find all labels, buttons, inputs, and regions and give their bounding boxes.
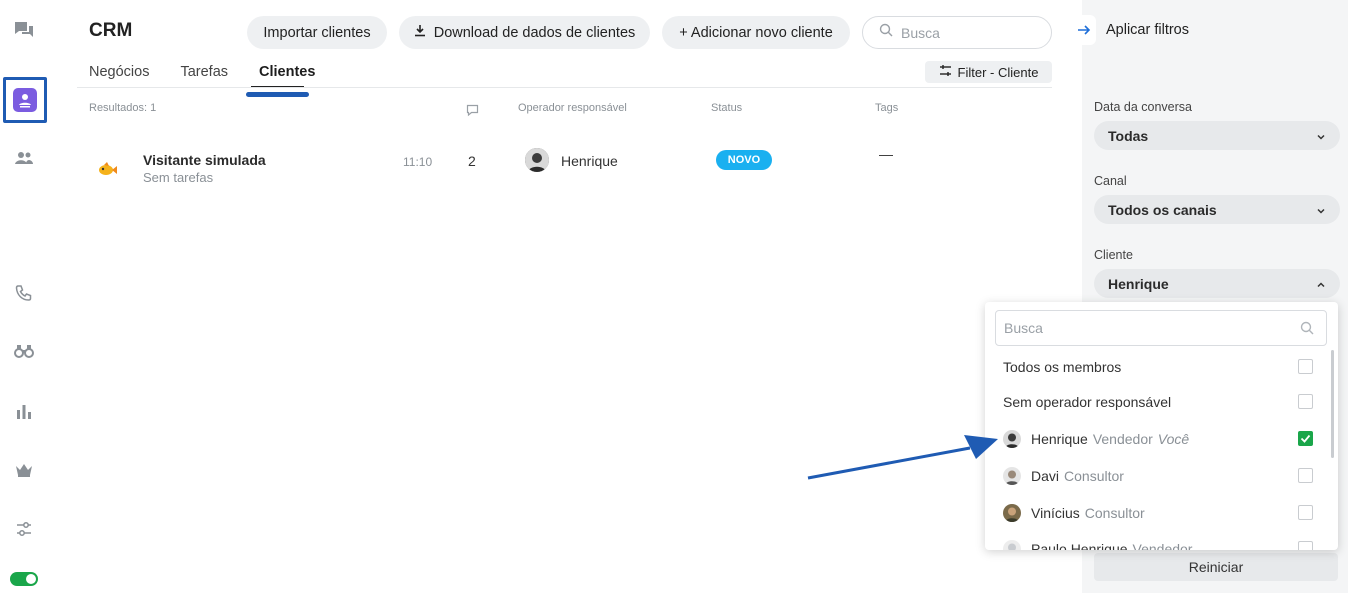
import-clients-button[interactable]: Importar clientes xyxy=(247,16,387,49)
phone-icon[interactable] xyxy=(12,281,36,305)
binoculars-icon[interactable] xyxy=(12,339,36,363)
dropdown-item-role: Vendedor xyxy=(1092,431,1153,447)
add-client-button[interactable]: + Adicionar novo cliente xyxy=(662,16,850,49)
tab-clientes[interactable]: Clientes xyxy=(259,64,315,80)
chat-icon[interactable] xyxy=(12,18,36,42)
page-title: CRM xyxy=(89,20,133,41)
apply-filters-arrow-icon[interactable] xyxy=(1072,15,1096,45)
date-filter-label: Data da conversa xyxy=(1094,100,1192,114)
dropdown-item-you: Você xyxy=(1157,431,1190,447)
dropdown-item-no-operator[interactable]: Sem operador responsável xyxy=(985,386,1325,418)
dropdown-item-label: Paulo Henrique xyxy=(1031,541,1128,550)
customer-message-count: 2 xyxy=(468,153,476,169)
dropdown-item-label: Sem operador responsável xyxy=(1003,394,1172,410)
dropdown-search-input[interactable] xyxy=(1004,320,1294,336)
dropdown-item-label: Davi xyxy=(1031,468,1060,484)
channel-filter-label: Canal xyxy=(1094,174,1127,188)
checkbox[interactable] xyxy=(1298,541,1313,550)
date-filter-select[interactable]: Todas xyxy=(1094,121,1340,150)
customer-avatar-fish-icon xyxy=(95,157,119,181)
dropdown-item-vinicius[interactable]: Vinícius Consultor xyxy=(985,497,1325,529)
chevron-down-icon xyxy=(1316,129,1326,145)
date-filter-value: Todas xyxy=(1108,127,1149,144)
checkbox-checked[interactable] xyxy=(1298,431,1313,446)
apply-filters-label[interactable]: Aplicar filtros xyxy=(1106,22,1189,38)
dropdown-scrollbar[interactable] xyxy=(1331,350,1334,458)
import-clients-label: Importar clientes xyxy=(263,24,371,41)
dropdown-item-label: Todos os membros xyxy=(1003,359,1122,375)
online-toggle[interactable] xyxy=(10,572,38,586)
client-dropdown: Todos os membros Sem operador responsáve… xyxy=(985,302,1338,550)
avatar xyxy=(1003,540,1021,550)
dropdown-item-label: Henrique xyxy=(1031,431,1088,447)
filter-icon xyxy=(939,64,952,80)
avatar xyxy=(1003,504,1021,522)
operator-avatar xyxy=(525,148,549,172)
client-filter-value: Henrique xyxy=(1108,275,1169,292)
checkbox[interactable] xyxy=(1298,468,1313,483)
crown-icon[interactable] xyxy=(12,458,36,482)
chevron-up-icon xyxy=(1316,277,1326,293)
customer-tasks: Sem tarefas xyxy=(143,170,214,185)
channel-filter-select[interactable]: Todos os canais xyxy=(1094,195,1340,224)
reset-filters-button[interactable]: Reiniciar xyxy=(1094,553,1338,581)
customer-name[interactable]: Visitante simulada xyxy=(143,152,266,168)
header-divider xyxy=(77,87,1052,88)
results-count: Resultados: 1 xyxy=(89,102,157,114)
dropdown-item-paulo-henrique[interactable]: Paulo Henrique Vendedor xyxy=(985,533,1325,550)
filter-client-button[interactable]: Filter - Cliente xyxy=(925,61,1052,83)
crm-nav-item[interactable] xyxy=(3,77,47,123)
dropdown-item-role: Consultor xyxy=(1064,468,1124,484)
tags-column-header: Tags xyxy=(875,102,899,114)
annotation-arrow xyxy=(807,435,998,480)
status-badge: NOVO xyxy=(716,150,772,170)
avatar xyxy=(1003,467,1021,485)
dropdown-item-role: Vendedor xyxy=(1132,541,1193,550)
client-filter-label: Cliente xyxy=(1094,248,1133,262)
crm-icon xyxy=(13,88,37,112)
search-input[interactable] xyxy=(901,24,1031,41)
dropdown-item-davi[interactable]: Davi Consultor xyxy=(985,460,1325,492)
dropdown-item-all-members[interactable]: Todos os membros xyxy=(985,351,1325,383)
tab-negocios[interactable]: Negócios xyxy=(89,64,149,80)
dropdown-item-role: Consultor xyxy=(1084,505,1145,521)
client-filter-select[interactable]: Henrique xyxy=(1094,269,1340,298)
left-rail xyxy=(0,0,50,593)
search-field[interactable] xyxy=(862,16,1052,49)
dropdown-item-label: Vinícius xyxy=(1031,505,1080,521)
dropdown-item-henrique[interactable]: Henrique Vendedor Você xyxy=(985,423,1325,455)
contacts-icon[interactable] xyxy=(12,146,36,170)
tab-tarefas[interactable]: Tarefas xyxy=(180,64,228,80)
search-icon xyxy=(1300,321,1314,340)
chevron-down-icon xyxy=(1316,203,1326,219)
download-clients-button[interactable]: Download de dados de clientes xyxy=(399,16,650,49)
search-icon xyxy=(879,23,893,42)
operator-column-header: Operador responsável xyxy=(518,102,627,114)
channel-filter-value: Todos os canais xyxy=(1108,201,1217,218)
active-tab-highlight xyxy=(246,92,309,97)
checkbox[interactable] xyxy=(1298,505,1313,520)
customer-time: 11:10 xyxy=(403,155,433,169)
tags-value: — xyxy=(879,146,893,162)
status-column-header: Status xyxy=(711,102,743,114)
messages-column-icon xyxy=(466,104,479,120)
checkbox[interactable] xyxy=(1298,359,1313,374)
add-client-label: + Adicionar novo cliente xyxy=(679,24,833,41)
filter-client-label: Filter - Cliente xyxy=(957,64,1039,80)
checkbox[interactable] xyxy=(1298,394,1313,409)
download-icon xyxy=(414,24,426,41)
download-clients-label: Download de dados de clientes xyxy=(433,24,636,41)
settings-sliders-icon[interactable] xyxy=(12,517,36,541)
dropdown-search-field[interactable] xyxy=(995,310,1327,346)
tab-bar: Negócios Tarefas Clientes xyxy=(89,64,346,80)
avatar xyxy=(1003,430,1021,448)
operator-name: Henrique xyxy=(561,153,618,169)
chart-icon[interactable] xyxy=(12,399,36,423)
